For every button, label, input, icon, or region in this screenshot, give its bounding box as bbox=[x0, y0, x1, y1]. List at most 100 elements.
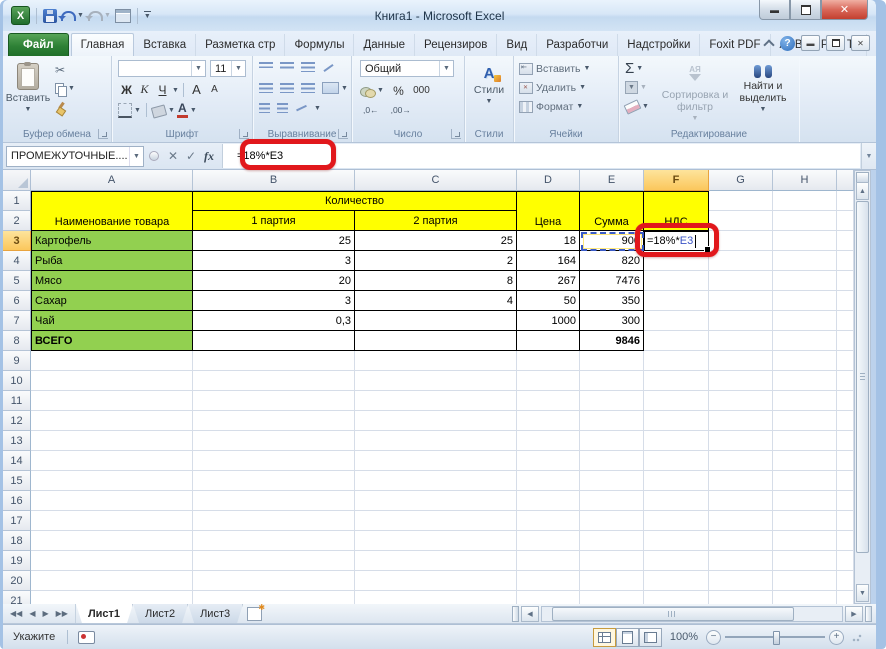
cell-A12[interactable] bbox=[31, 411, 193, 431]
format-painter-icon[interactable] bbox=[55, 102, 67, 114]
column-header-A[interactable]: A bbox=[31, 170, 193, 191]
cell-F17[interactable] bbox=[644, 511, 709, 531]
column-header-B[interactable]: B bbox=[193, 170, 355, 191]
column-header-H[interactable]: H bbox=[773, 170, 837, 191]
fill-color-dropdown-icon[interactable]: ▼ bbox=[168, 107, 175, 114]
cell-B3[interactable]: 25 bbox=[193, 231, 355, 251]
cell-G10[interactable] bbox=[709, 371, 773, 391]
formula-input[interactable]: =18%*E3 bbox=[222, 144, 860, 168]
cell-G2[interactable] bbox=[709, 211, 773, 231]
cell-F21[interactable] bbox=[644, 591, 709, 604]
ribbon-tab-5[interactable]: Данные bbox=[354, 34, 416, 56]
merge-dropdown-icon[interactable]: ▼ bbox=[341, 85, 348, 92]
cell-A1[interactable]: Наименование товара bbox=[31, 191, 193, 231]
cell-F7[interactable] bbox=[644, 311, 709, 331]
cancel-entry-icon[interactable]: ✕ bbox=[164, 147, 182, 165]
cell-F18[interactable] bbox=[644, 531, 709, 551]
cell-E15[interactable] bbox=[580, 471, 644, 491]
sheet-tab-3[interactable]: Лист3 bbox=[188, 604, 243, 623]
cell-D1[interactable]: Цена bbox=[517, 191, 580, 231]
close-button[interactable]: ✕ bbox=[821, 0, 868, 20]
ribbon-tab-8[interactable]: Разработчи bbox=[537, 34, 619, 56]
cell-A11[interactable] bbox=[31, 391, 193, 411]
chevron-down-icon[interactable]: ▼ bbox=[231, 61, 245, 76]
cell-partial-8[interactable] bbox=[837, 331, 854, 351]
styles-button[interactable]: A Стили ▼ bbox=[467, 60, 511, 105]
cell-C17[interactable] bbox=[355, 511, 517, 531]
cell-partial-9[interactable] bbox=[837, 351, 854, 371]
cell-A10[interactable] bbox=[31, 371, 193, 391]
column-header-E[interactable]: E bbox=[580, 170, 644, 191]
cell-H12[interactable] bbox=[773, 411, 837, 431]
cell-B1[interactable]: Количество bbox=[193, 191, 517, 211]
paste-dropdown-icon[interactable]: ▼ bbox=[25, 106, 32, 113]
borders-dropdown-icon[interactable]: ▼ bbox=[134, 107, 141, 114]
cell-H16[interactable] bbox=[773, 491, 837, 511]
font-size-combo[interactable]: 11 ▼ bbox=[210, 60, 246, 77]
cell-H3[interactable] bbox=[773, 231, 837, 251]
undo-button[interactable]: ▼ bbox=[58, 10, 84, 21]
percent-style-button[interactable]: % bbox=[390, 82, 407, 99]
currency-format-icon[interactable] bbox=[360, 85, 376, 98]
cell-E19[interactable] bbox=[580, 551, 644, 571]
cell-partial-11[interactable] bbox=[837, 391, 854, 411]
cell-H8[interactable] bbox=[773, 331, 837, 351]
clear-icon[interactable] bbox=[623, 98, 642, 115]
cell-partial-20[interactable] bbox=[837, 571, 854, 591]
cell-E5[interactable]: 7476 bbox=[580, 271, 644, 291]
cell-H6[interactable] bbox=[773, 291, 837, 311]
row-header-6[interactable]: 6 bbox=[3, 291, 31, 311]
cell-H13[interactable] bbox=[773, 431, 837, 451]
cell-E8[interactable]: 9846 bbox=[580, 331, 644, 351]
comma-style-button[interactable]: 000 bbox=[413, 82, 430, 99]
wrap-text-icon[interactable] bbox=[294, 101, 308, 115]
ribbon-tab-9[interactable]: Надстройки bbox=[618, 34, 701, 56]
cell-D18[interactable] bbox=[517, 531, 580, 551]
find-dropdown-icon[interactable]: ▼ bbox=[760, 106, 767, 113]
row-header-2[interactable]: 2 bbox=[3, 211, 31, 231]
cell-G7[interactable] bbox=[709, 311, 773, 331]
align-middle-icon[interactable] bbox=[280, 62, 294, 70]
align-top-icon[interactable] bbox=[259, 62, 273, 68]
cell-B7[interactable]: 0,3 bbox=[193, 311, 355, 331]
select-all-corner[interactable] bbox=[3, 170, 31, 191]
ribbon-tab-2[interactable]: Вставка bbox=[134, 34, 197, 56]
cell-G11[interactable] bbox=[709, 391, 773, 411]
macro-record-icon[interactable] bbox=[78, 630, 96, 644]
cell-C13[interactable] bbox=[355, 431, 517, 451]
cell-D20[interactable] bbox=[517, 571, 580, 591]
cell-G9[interactable] bbox=[709, 351, 773, 371]
cell-G5[interactable] bbox=[709, 271, 773, 291]
horizontal-scrollbar[interactable]: ◀ ▶ bbox=[512, 604, 876, 623]
cell-A13[interactable] bbox=[31, 431, 193, 451]
cell-G3[interactable] bbox=[709, 231, 773, 251]
cell-D5[interactable]: 267 bbox=[517, 271, 580, 291]
scroll-left-button[interactable]: ◀ bbox=[521, 605, 539, 622]
cell-E16[interactable] bbox=[580, 491, 644, 511]
cell-H4[interactable] bbox=[773, 251, 837, 271]
cell-A8[interactable]: ВСЕГО bbox=[31, 331, 193, 351]
cell-D15[interactable] bbox=[517, 471, 580, 491]
font-color-dropdown-icon[interactable]: ▼ bbox=[190, 107, 197, 114]
normal-view-button[interactable] bbox=[592, 627, 616, 647]
delete-cells-button[interactable]: Удалить▼ bbox=[514, 78, 618, 97]
editing-cell-F3[interactable]: =18%* E3 bbox=[644, 231, 711, 253]
cell-partial-13[interactable] bbox=[837, 431, 854, 451]
zoom-slider-thumb[interactable] bbox=[773, 631, 780, 645]
minimize-button[interactable]: ▬ bbox=[759, 0, 790, 20]
cell-F13[interactable] bbox=[644, 431, 709, 451]
cell-D12[interactable] bbox=[517, 411, 580, 431]
cell-G16[interactable] bbox=[709, 491, 773, 511]
cell-A4[interactable]: Рыба bbox=[31, 251, 193, 271]
cell-C6[interactable]: 4 bbox=[355, 291, 517, 311]
expand-formula-bar-icon[interactable]: ▼ bbox=[861, 143, 876, 169]
cell-F8[interactable] bbox=[644, 331, 709, 351]
insert-cells-button[interactable]: Вставить▼ bbox=[514, 59, 618, 78]
cell-D6[interactable]: 50 bbox=[517, 291, 580, 311]
cell-A16[interactable] bbox=[31, 491, 193, 511]
font-dialog-launcher-icon[interactable] bbox=[239, 129, 249, 139]
cell-E12[interactable] bbox=[580, 411, 644, 431]
page-layout-view-button[interactable] bbox=[615, 627, 639, 647]
align-bottom-icon[interactable] bbox=[301, 62, 315, 72]
row-header-12[interactable]: 12 bbox=[3, 411, 31, 431]
